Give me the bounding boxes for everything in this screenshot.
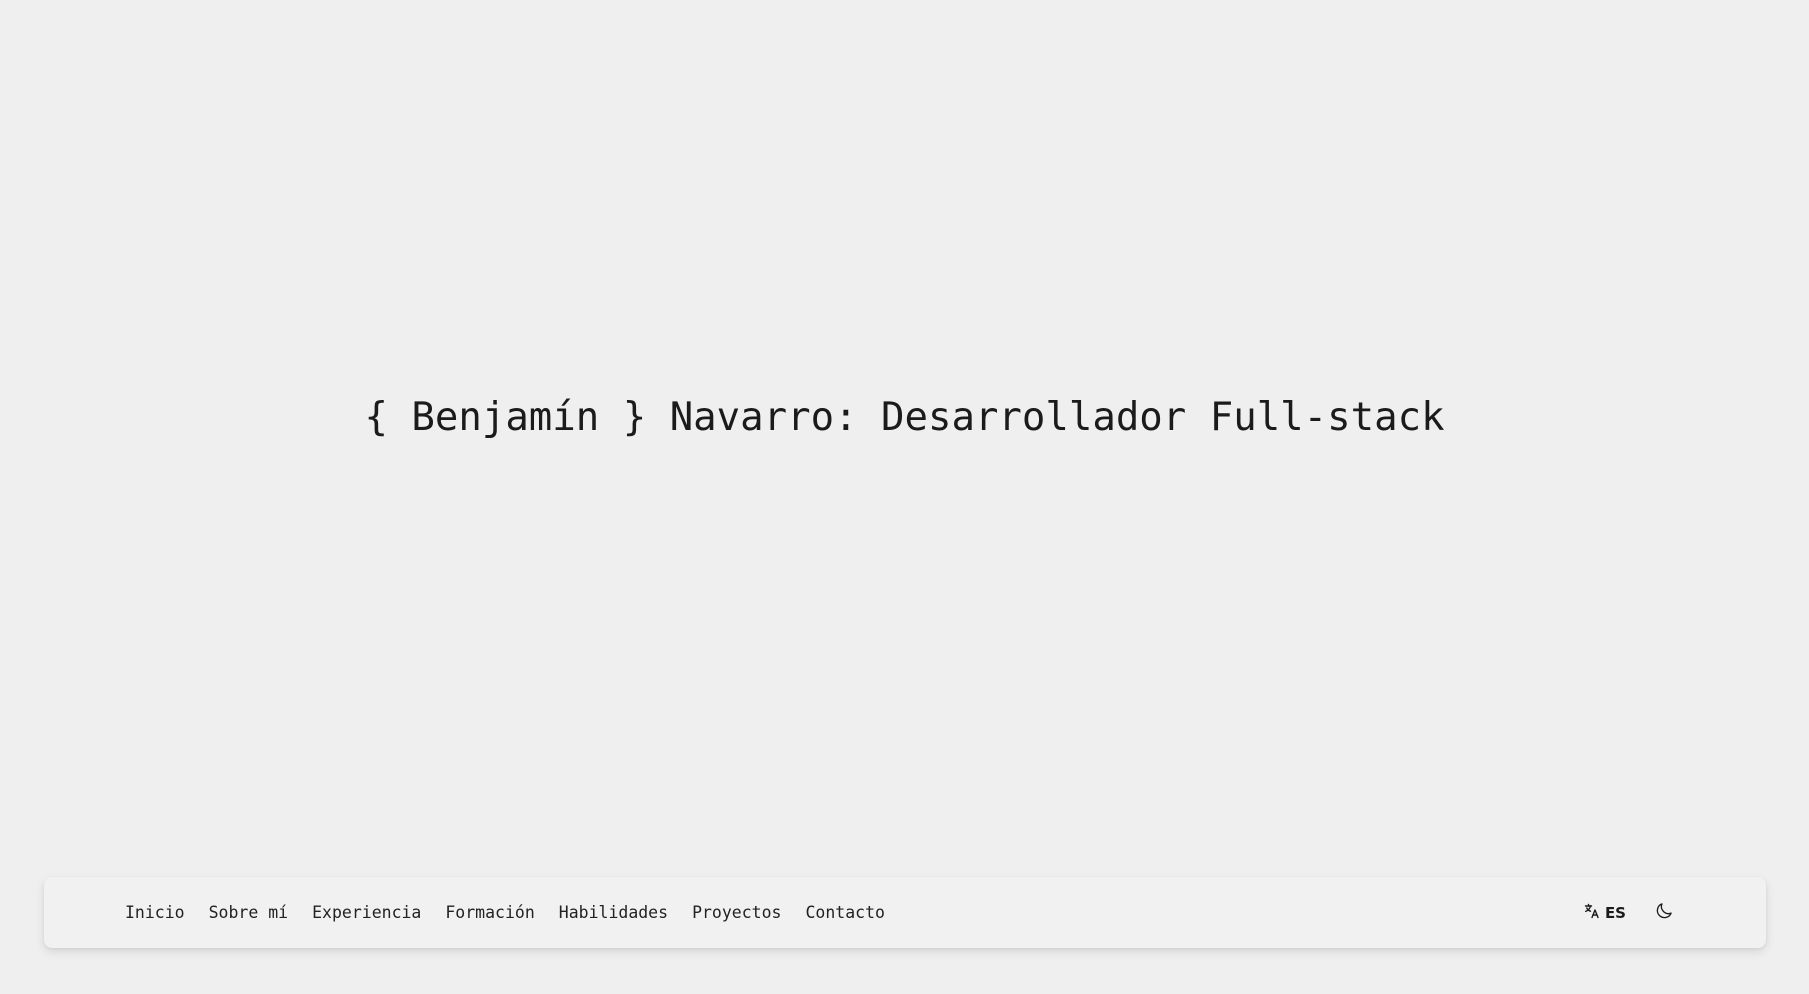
nav-link-proyectos[interactable]: Proyectos <box>692 897 781 928</box>
nav-actions: ES <box>1582 897 1678 928</box>
nav-link-contacto[interactable]: Contacto <box>805 897 884 928</box>
language-code: ES <box>1604 903 1626 922</box>
bottom-navbar: Inicio Sobre mí Experiencia Formación Ha… <box>44 877 1766 948</box>
nav-link-inicio[interactable]: Inicio <box>125 897 185 928</box>
hero-section: { Benjamín } Navarro: Desarrollador Full… <box>0 0 1809 880</box>
nav-link-experiencia[interactable]: Experiencia <box>312 897 421 928</box>
theme-toggle-button[interactable] <box>1650 897 1678 928</box>
open-brace: { <box>364 394 388 440</box>
close-brace: } <box>622 394 647 440</box>
hero-first-name: Benjamín <box>411 394 600 440</box>
nav-link-sobre-mi[interactable]: Sobre mí <box>209 897 288 928</box>
hero-subtitle: Navarro: Desarrollador Full-stack <box>669 394 1445 440</box>
nav-link-formacion[interactable]: Formación <box>445 897 534 928</box>
nav-link-habilidades[interactable]: Habilidades <box>559 897 668 928</box>
nav-links: Inicio Sobre mí Experiencia Formación Ha… <box>125 897 909 928</box>
translate-icon <box>1584 903 1605 922</box>
page-title: { Benjamín } Navarro: Desarrollador Full… <box>364 395 1444 440</box>
language-switcher-button[interactable]: ES <box>1582 899 1628 926</box>
moon-icon <box>1654 901 1674 924</box>
